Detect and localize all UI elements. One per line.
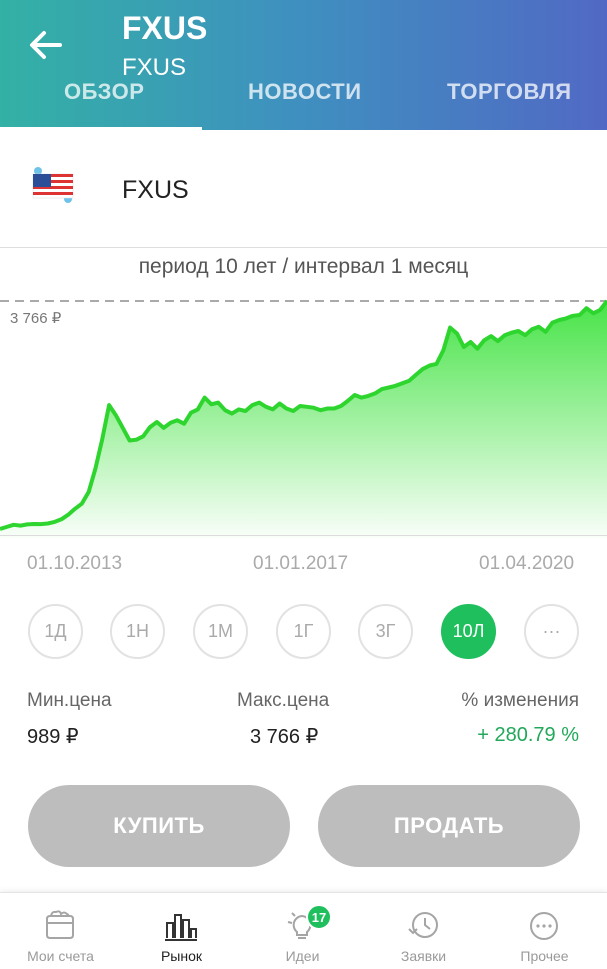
instrument-row: FXUS [0,130,607,248]
x-tick-label: 01.10.2013 [27,553,123,574]
nav-item-accounts[interactable]: Мои счета [0,893,121,969]
chart-baseline [0,535,607,536]
nav-item-more[interactable]: Прочее [484,893,605,969]
max-price-label-stat: Макс.цена [237,690,330,711]
more-icon [530,912,558,940]
nav-label: Мои счета [27,948,94,964]
tab-bar: ОБЗОР НОВОСТИ ТОРГОВЛЯ [0,75,607,130]
back-arrow-icon[interactable] [22,20,72,70]
x-tick-label: 01.04.2020 [479,553,575,574]
ideas-count-badge: 17 [306,904,332,930]
period-button-1w[interactable]: 1Н [110,604,165,659]
period-button-more[interactable]: ··· [524,604,579,659]
period-button-10y[interactable]: 10Л [441,604,496,659]
nav-item-orders[interactable]: Заявки [363,893,484,969]
nav-label: Идеи [285,948,320,964]
nav-label: Заявки [400,948,447,964]
buy-button[interactable]: КУПИТЬ [28,785,290,867]
nav-label: Рынок [160,948,203,964]
change-value: + 280.79 % [477,724,579,746]
clock-history-icon [408,912,438,938]
period-caption: период 10 лет / интервал 1 месяц [138,255,469,278]
period-button-1m[interactable]: 1М [193,604,248,659]
page-title: FXUS [122,10,208,46]
min-price-label: Мин.цена [27,690,112,711]
nav-label: Прочее [520,948,569,964]
min-price-value: 989 ₽ [27,726,79,748]
sell-button[interactable]: ПРОДАТЬ [318,785,580,867]
price-chart[interactable]: 3 766 ₽ [0,288,607,538]
tab-trading[interactable]: ТОРГОВЛЯ [404,75,607,130]
market-chart-icon [165,914,197,941]
top-app-bar: FXUS FXUS ОБЗОР НОВОСТИ ТОРГОВЛЯ [0,0,607,130]
nav-item-market[interactable]: Рынок [121,893,242,969]
bottom-navigation: Мои счета Рынок 17 Идеи Заявки Прочее [0,892,607,969]
max-price-value: 3 766 ₽ [250,726,319,748]
max-price-label: 3 766 ₽ [10,310,62,327]
x-tick-label: 01.01.2017 [253,553,349,574]
period-button-1d[interactable]: 1Д [28,604,83,659]
x-axis-dates: 01.10.2013 01.01.2017 01.04.2020 [0,553,607,583]
tab-overview[interactable]: ОБЗОР [0,75,202,130]
nav-item-ideas[interactable]: 17 Идеи [242,893,363,969]
tab-news[interactable]: НОВОСТИ [202,75,404,130]
change-label: % изменения [461,690,579,711]
period-button-1y[interactable]: 1Г [276,604,331,659]
period-button-3y[interactable]: 3Г [358,604,413,659]
us-flag-icon [32,167,74,203]
instrument-name: FXUS [122,176,189,204]
wallet-icon [46,910,74,939]
chart-area-fill [0,301,607,538]
